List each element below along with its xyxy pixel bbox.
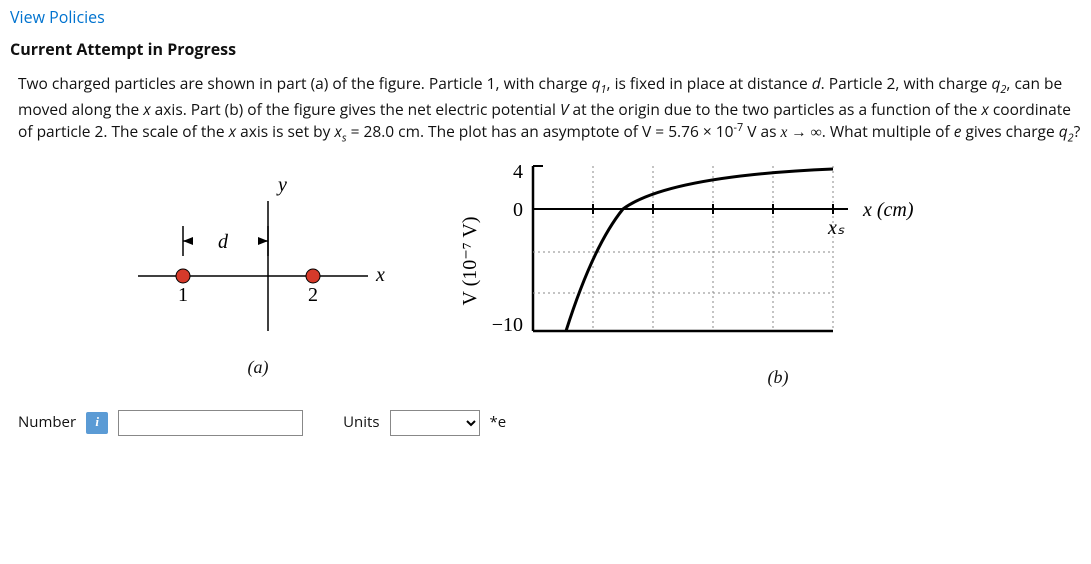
qmark: ? — [1074, 120, 1081, 142]
y-tick-0: 0 — [513, 199, 523, 221]
attempt-heading: Current Attempt in Progress — [10, 38, 1081, 60]
Vexp: -7 — [734, 120, 744, 135]
number-input[interactable] — [118, 410, 303, 436]
units-label: Units — [343, 412, 379, 434]
question-block: Two charged particles are shown in part … — [10, 72, 1081, 436]
x-var1: x — [143, 98, 150, 120]
answer-row: Number i Units *e — [18, 410, 1081, 436]
particle-2-label: 2 — [308, 284, 318, 306]
figure-a-svg: y x d 1 2 — [118, 156, 398, 346]
figure-b: V (10⁻⁷ V) 4 0 −10 — [458, 156, 958, 390]
problem-text: Two charged particles are shown in part … — [18, 72, 1081, 146]
xs-tick: xₛ — [827, 217, 845, 239]
units-suffix: *e — [490, 412, 507, 434]
x-var3: x — [229, 120, 236, 142]
t2e: axis is set by — [236, 120, 334, 142]
y-tick-4: 4 — [513, 161, 523, 183]
number-label: Number — [18, 412, 76, 434]
Vval: V = 5.76 × 10 — [642, 120, 733, 142]
y-axis-label: y — [276, 174, 287, 196]
limit: x → ∞ — [781, 124, 822, 141]
xs-val: = 28.0 cm. The plot has an asymptote of — [347, 120, 642, 142]
figure-a: y x d 1 2 (a) — [118, 156, 398, 380]
y-tick-m10: −10 — [492, 314, 523, 336]
figure-b-caption: (b) — [598, 364, 958, 390]
figure-a-caption: (a) — [118, 354, 398, 380]
info-button[interactable]: i — [86, 412, 108, 434]
figure-b-svg: V (10⁻⁷ V) 4 0 −10 — [458, 156, 958, 356]
t2c: at the origin due to the two particles a… — [568, 98, 981, 120]
d-var: d — [812, 72, 821, 94]
d-label: d — [218, 231, 229, 253]
xs-var: x — [334, 120, 341, 142]
x-axis-label: x — [375, 264, 385, 286]
units-select[interactable] — [390, 410, 480, 436]
Vunit: V as — [743, 120, 780, 142]
t1b: , is fixed in place at distance — [607, 72, 812, 94]
t3a: . What multiple of — [822, 120, 954, 142]
t2b: axis. Part (b) of the figure gives the n… — [151, 98, 560, 120]
y-axis-label-b: V (10⁻⁷ V) — [459, 217, 481, 306]
t1: Two charged particles are shown in part … — [18, 72, 592, 94]
x-var2: x — [981, 98, 988, 120]
q2b-var: q — [1059, 120, 1068, 142]
q1-var: q — [592, 72, 601, 94]
x-axis-label-b: x (cm) — [862, 199, 914, 221]
view-policies-link[interactable]: View Policies — [10, 6, 1081, 28]
particle-1-label: 1 — [178, 284, 188, 306]
t3b: gives charge — [961, 120, 1058, 142]
t1c: . Particle 2, with charge — [821, 72, 992, 94]
